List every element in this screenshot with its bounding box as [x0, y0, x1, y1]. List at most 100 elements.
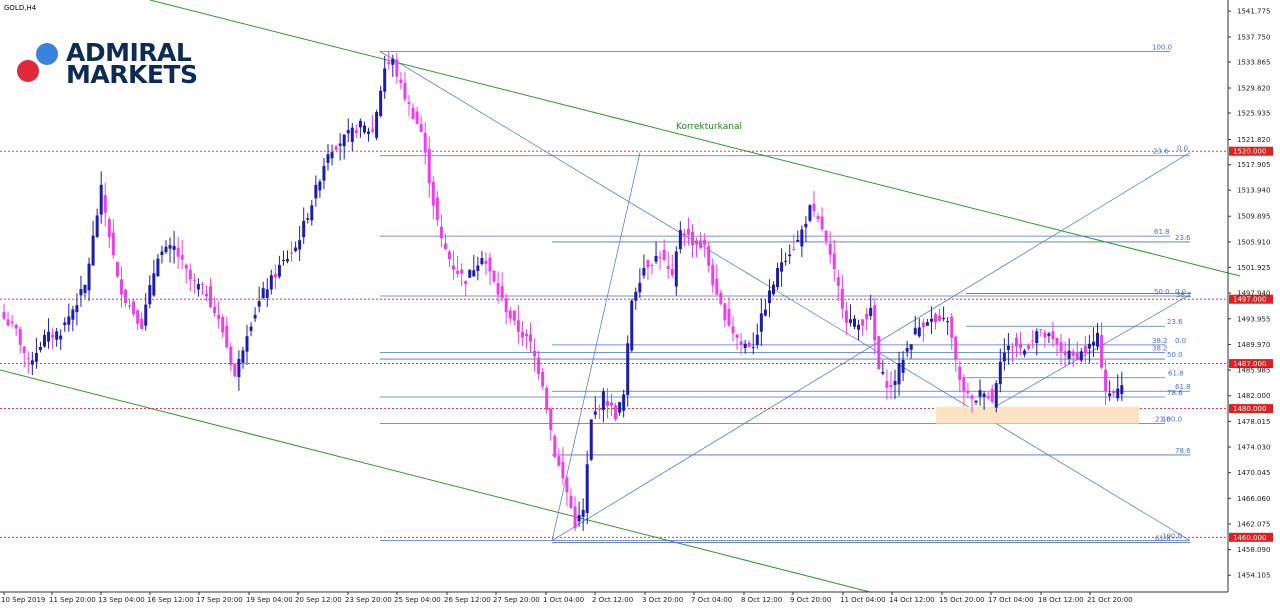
time-tick-label: 2 Oct 12:00 — [592, 596, 633, 604]
price-tick-label: 1501.925 — [1237, 264, 1270, 272]
candle-body — [942, 318, 946, 320]
candle-body — [589, 419, 593, 460]
fib-label: 61.8 — [1168, 370, 1184, 378]
channel-upper-line — [149, 0, 1241, 277]
price-tick-label: 1525.935 — [1237, 110, 1270, 118]
time-tick-label: 11 Sep 20:00 — [49, 596, 96, 604]
candle-body — [306, 218, 310, 220]
fib-label: 38.2 — [1176, 291, 1192, 299]
time-tick-label: 23 Sep 20:00 — [345, 596, 392, 604]
candle-body — [1010, 346, 1014, 348]
candle-body — [844, 310, 848, 323]
candle-body — [950, 316, 954, 338]
admiral-markets-logo: ADMIRAL MARKETS — [17, 38, 198, 89]
candle-body — [836, 277, 840, 286]
candle-body — [124, 289, 127, 303]
candle-body — [978, 390, 982, 397]
candle-body — [622, 394, 626, 411]
candle-body — [354, 130, 358, 134]
candle-body — [577, 515, 581, 522]
candle-body — [132, 301, 136, 315]
candle-body — [597, 408, 601, 410]
candle-body — [747, 342, 751, 347]
candle-body — [808, 205, 812, 221]
candle-body — [934, 314, 937, 323]
candle-body — [383, 68, 387, 92]
candle-body — [452, 265, 456, 270]
candle-body — [796, 239, 800, 242]
channel-lower-line — [0, 369, 871, 593]
candle-body — [488, 257, 492, 272]
candle-body — [1031, 340, 1035, 342]
candle-body — [504, 298, 508, 313]
candle-body — [2, 312, 6, 319]
candle-body — [804, 223, 808, 228]
candle-body — [743, 343, 747, 349]
candle-body — [1019, 343, 1023, 348]
candle-body — [213, 306, 217, 314]
candle-body — [188, 269, 192, 280]
candle-body — [614, 405, 618, 420]
target-zone — [936, 406, 1139, 424]
candle-body — [249, 326, 253, 331]
fib-label: 0.0 — [1177, 145, 1188, 153]
candle-body — [286, 259, 289, 262]
candle-body — [184, 264, 188, 269]
candle-body — [180, 255, 184, 260]
candle-body — [273, 273, 277, 277]
candle-body — [67, 316, 71, 325]
candle-body — [350, 127, 354, 142]
candle-body — [1104, 369, 1108, 392]
candle-body — [1087, 343, 1091, 349]
candle-body — [371, 129, 375, 132]
fib-label: 61.8 — [1155, 534, 1171, 542]
gold-h4-chart[interactable]: 100.023.6 0.061.823.650.0 0.038.223.638.2 0… — [0, 0, 1280, 608]
candle-body — [6, 319, 10, 326]
candle-body — [962, 377, 966, 392]
candle-body — [379, 90, 383, 116]
candle-body — [674, 251, 678, 287]
candle-body — [569, 495, 573, 509]
candle-body — [448, 251, 451, 260]
candle-body — [1059, 342, 1063, 352]
candle-body — [1039, 329, 1043, 331]
candle-body — [767, 290, 771, 304]
candle-body — [298, 240, 302, 250]
candle-body — [391, 58, 395, 65]
time-tick-label: 17 Sep 20:00 — [196, 596, 243, 604]
price-tick-label: 1462.075 — [1237, 520, 1270, 528]
candle-body — [439, 226, 443, 239]
candle-body — [751, 347, 755, 349]
candle-body — [160, 251, 164, 256]
candle-body — [38, 347, 42, 351]
candle-body — [512, 310, 516, 321]
candle-body — [229, 346, 233, 365]
candle-body — [670, 268, 674, 276]
candle-body — [650, 264, 654, 266]
candle-body — [909, 344, 913, 350]
candle-body — [630, 300, 634, 351]
candle-body — [541, 371, 545, 387]
candle-body — [946, 321, 950, 323]
candle-body — [1015, 337, 1018, 347]
candle-body — [310, 205, 314, 221]
candle-body — [881, 371, 885, 374]
candle-body — [326, 154, 330, 163]
candle-body — [1055, 337, 1059, 345]
candle-body — [1035, 331, 1039, 344]
candle-body — [176, 247, 180, 257]
candle-body — [529, 334, 532, 342]
candle-body — [1006, 345, 1010, 350]
level-tag-text: 1480.000 — [1233, 405, 1266, 413]
candle-body — [79, 289, 83, 296]
candle-body — [30, 360, 34, 365]
target-zone-rect — [936, 406, 1139, 424]
candle-body — [10, 321, 14, 324]
candle-body — [524, 333, 528, 337]
candle-body — [314, 184, 318, 199]
candle-body — [269, 275, 273, 290]
candle-body — [1027, 345, 1031, 349]
candle-body — [237, 358, 241, 378]
candle-body — [367, 131, 370, 134]
time-tick-label: 7 Oct 04:00 — [691, 596, 732, 604]
